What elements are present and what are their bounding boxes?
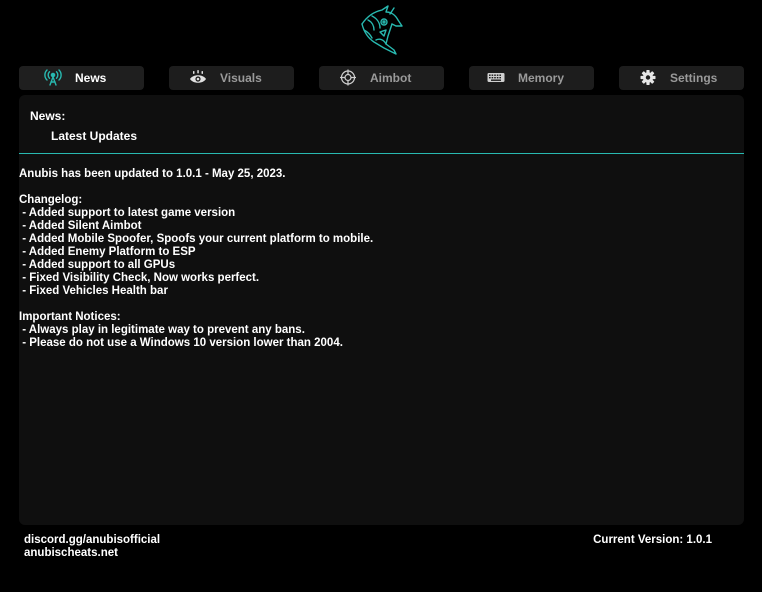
section-title: News: — [30, 109, 66, 123]
divider — [19, 153, 744, 154]
section-subtitle: Latest Updates — [51, 129, 138, 143]
tab-settings[interactable]: Settings — [619, 66, 744, 90]
tab-news[interactable]: News — [19, 66, 144, 90]
news-panel: News: Latest Updates Anubis has been upd… — [19, 95, 744, 525]
changelog-item: - Added Silent Aimbot — [19, 220, 142, 232]
changelog-item: - Added support to all GPUs — [19, 259, 176, 271]
update-line: Anubis has been updated to 1.0.1 - May 2… — [19, 168, 286, 180]
tab-aimbot-label: Aimbot — [370, 71, 412, 85]
app-window: News Visuals Aimbot Memory Settings News… — [0, 0, 762, 592]
changelog-item: - Fixed Vehicles Health bar — [19, 285, 168, 297]
tab-visuals-label: Visuals — [220, 71, 262, 85]
changelog-item: - Added Enemy Platform to ESP — [19, 246, 196, 258]
tab-memory[interactable]: Memory — [469, 66, 594, 90]
eye-icon — [190, 70, 206, 83]
notice-item: - Always play in legitimate way to preve… — [19, 324, 305, 336]
gear-icon — [640, 70, 656, 85]
version-label: Current Version: 1.0.1 — [593, 534, 712, 546]
tab-bar: News Visuals Aimbot Memory Settings — [19, 66, 744, 90]
news-content: Anubis has been updated to 1.0.1 - May 2… — [19, 168, 719, 350]
keyboard-icon — [487, 73, 505, 82]
tab-memory-label: Memory — [518, 71, 565, 85]
notices-title: Important Notices: — [19, 311, 121, 323]
tab-news-label: News — [75, 71, 107, 85]
changelog-title: Changelog: — [19, 194, 83, 206]
footer-links: discord.gg/anubisofficial anubischeats.n… — [24, 534, 160, 560]
tab-aimbot[interactable]: Aimbot — [319, 66, 444, 90]
tab-visuals[interactable]: Visuals — [169, 66, 294, 90]
notice-item: - Please do not use a Windows 10 version… — [19, 337, 343, 349]
changelog-item: - Added support to latest game version — [19, 207, 236, 219]
tab-settings-label: Settings — [670, 71, 718, 85]
changelog-item: - Fixed Visibility Check, Now works perf… — [19, 272, 260, 284]
discord-link[interactable]: discord.gg/anubisofficial — [24, 534, 160, 547]
crosshair-icon — [340, 69, 356, 86]
antenna-icon — [44, 69, 62, 86]
anubis-jackal-logo — [361, 5, 403, 55]
website-link[interactable]: anubischeats.net — [24, 547, 160, 560]
changelog-item: - Added Mobile Spoofer, Spoofs your curr… — [19, 233, 374, 245]
